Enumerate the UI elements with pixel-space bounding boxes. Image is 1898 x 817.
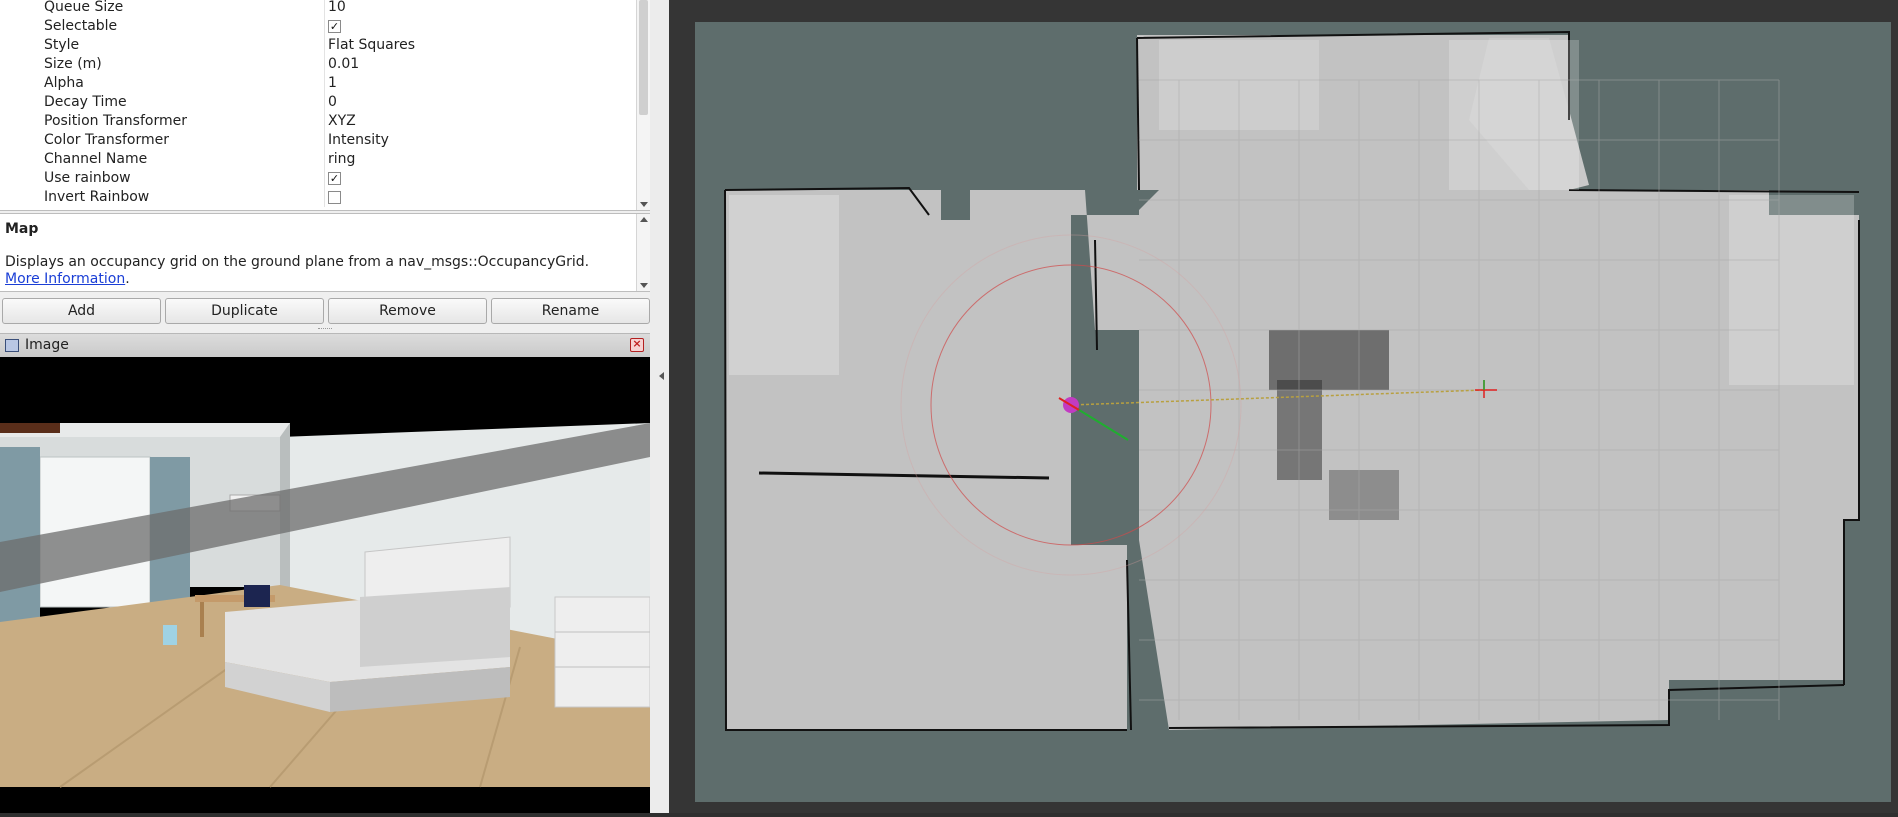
rename-button[interactable]: Rename <box>491 298 650 324</box>
properties-tree: Queue Size 10 Selectable ✓ Style Flat Sq… <box>0 0 650 211</box>
image-panel-titlebar[interactable]: Image × <box>0 333 650 358</box>
description-scrollbar[interactable] <box>636 214 650 291</box>
property-row-position-transformer[interactable]: Position Transformer XYZ <box>0 112 636 131</box>
property-row-channel-name[interactable]: Channel Name ring <box>0 150 636 169</box>
property-name: Invert Rainbow <box>44 189 150 205</box>
property-row-queue-size[interactable]: Queue Size 10 <box>0 0 636 17</box>
column-divider <box>324 0 325 17</box>
description-body: Displays an occupancy grid on the ground… <box>5 254 590 270</box>
property-value[interactable]: ring <box>328 150 355 169</box>
trash-bin <box>163 625 177 645</box>
column-divider <box>324 93 325 112</box>
property-name: Style <box>44 37 80 53</box>
image-panel-title: Image <box>25 337 69 353</box>
remove-button[interactable]: Remove <box>328 298 487 324</box>
letterbox-top <box>0 357 650 423</box>
panel-splitter[interactable] <box>650 0 669 813</box>
description-text: Displays an occupancy grid on the ground… <box>5 254 627 288</box>
property-row-use-rainbow[interactable]: Use rainbow ✓ <box>0 169 636 188</box>
left-panel: Queue Size 10 Selectable ✓ Style Flat Sq… <box>0 0 651 813</box>
column-divider <box>324 169 325 188</box>
chevron-up-icon[interactable] <box>640 217 648 222</box>
properties-scrollbar[interactable] <box>636 0 650 210</box>
map-3d-view[interactable] <box>669 0 1898 813</box>
property-row-invert-rainbow[interactable]: Invert Rainbow <box>0 188 636 207</box>
column-divider <box>324 74 325 93</box>
column-divider <box>324 36 325 55</box>
desk-leg <box>200 602 204 637</box>
property-row-color-transformer[interactable]: Color Transformer Intensity <box>0 131 636 150</box>
window-icon <box>5 339 19 352</box>
property-name: Queue Size <box>44 0 124 15</box>
description-panel: Map Displays an occupancy grid on the gr… <box>0 213 650 292</box>
scan-streaks <box>1729 195 1854 385</box>
property-name: Selectable <box>44 18 118 34</box>
property-row-style[interactable]: Style Flat Squares <box>0 36 636 55</box>
property-row-decay-time[interactable]: Decay Time 0 <box>0 93 636 112</box>
property-name: Channel Name <box>44 151 148 167</box>
camera-image-view <box>0 357 651 813</box>
property-name: Position Transformer <box>44 113 187 129</box>
chevron-down-icon[interactable] <box>640 283 648 288</box>
scrollbar-thumb[interactable] <box>639 0 648 115</box>
property-value[interactable]: 0 <box>328 93 337 112</box>
close-icon[interactable]: × <box>630 337 644 352</box>
column-divider <box>324 112 325 131</box>
column-divider <box>324 188 325 207</box>
property-value[interactable]: XYZ <box>328 112 356 131</box>
object-top-left <box>0 423 60 433</box>
letterbox-bottom <box>0 787 650 813</box>
invert-rainbow-checkbox[interactable] <box>328 191 341 204</box>
property-value[interactable]: Flat Squares <box>328 36 415 55</box>
camera-render <box>0 357 651 813</box>
occupancy-map-render <box>669 0 1898 813</box>
selectable-checkbox[interactable]: ✓ <box>328 20 341 33</box>
use-rainbow-checkbox[interactable]: ✓ <box>328 172 341 185</box>
property-value[interactable]: 10 <box>328 0 346 17</box>
dock-resize-handle[interactable] <box>318 328 332 331</box>
description-trailing: . <box>125 271 130 287</box>
property-row-selectable[interactable]: Selectable ✓ <box>0 17 636 36</box>
add-button[interactable]: Add <box>2 298 161 324</box>
more-information-link[interactable]: More Information <box>5 271 125 287</box>
duplicate-button[interactable]: Duplicate <box>165 298 324 324</box>
description-title: Map <box>5 221 39 237</box>
property-name: Use rainbow <box>44 170 131 186</box>
property-row-size[interactable]: Size (m) 0.01 <box>0 55 636 74</box>
property-name: Size (m) <box>44 56 102 72</box>
column-divider <box>324 150 325 169</box>
property-name: Color Transformer <box>44 132 170 148</box>
property-value[interactable]: Intensity <box>328 131 389 150</box>
column-divider <box>324 131 325 150</box>
nightstand <box>554 596 651 708</box>
property-row-alpha[interactable]: Alpha 1 <box>0 74 636 93</box>
chair <box>244 585 270 607</box>
chevron-down-icon[interactable] <box>640 202 648 207</box>
bed-duvet <box>360 587 510 667</box>
column-divider <box>324 55 325 74</box>
column-divider <box>324 17 325 36</box>
scan-streaks <box>1449 40 1579 190</box>
scan-streaks <box>729 195 839 375</box>
chevron-left-icon[interactable] <box>659 372 664 380</box>
property-name: Alpha <box>44 75 84 91</box>
property-name: Decay Time <box>44 94 127 110</box>
property-value[interactable]: 0.01 <box>328 55 359 74</box>
obstacle-block <box>1329 470 1399 520</box>
property-value[interactable]: 1 <box>328 74 337 93</box>
